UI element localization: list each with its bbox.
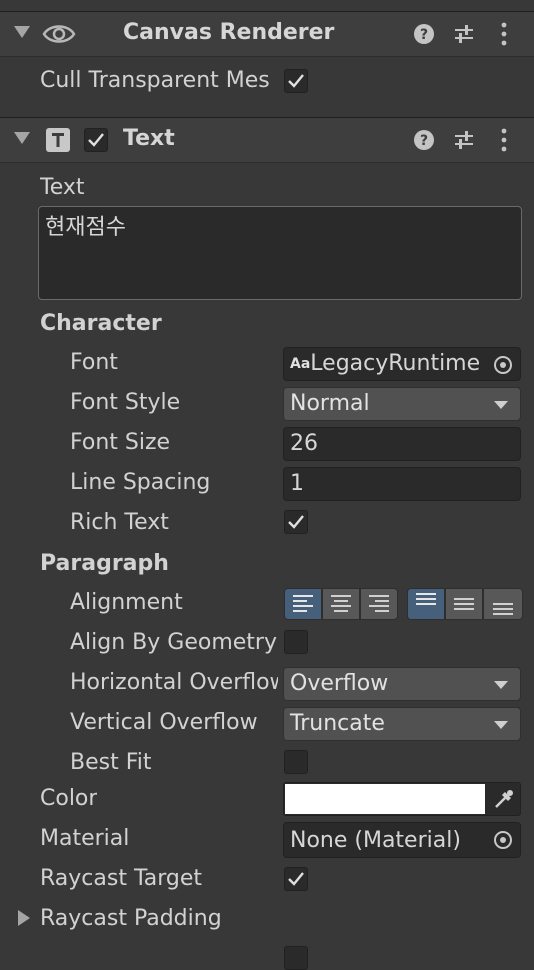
- font-style-value: Normal: [290, 391, 370, 416]
- kebab-menu-icon[interactable]: [490, 20, 518, 48]
- component-title: Text: [123, 126, 175, 151]
- align-by-geometry-checkbox[interactable]: [284, 630, 308, 654]
- line-spacing-label: Line Spacing: [70, 470, 211, 495]
- cull-transparent-checkbox[interactable]: [284, 69, 308, 93]
- component-title: Canvas Renderer: [123, 20, 335, 45]
- raycast-padding-foldout-arrow-icon[interactable]: [18, 910, 30, 926]
- text-label: Text: [40, 175, 85, 200]
- chevron-down-icon: [494, 681, 508, 689]
- object-picker-icon[interactable]: [492, 354, 514, 376]
- rich-text-checkbox[interactable]: [284, 510, 308, 534]
- horizontal-overflow-value: Overflow: [290, 671, 389, 696]
- color-label: Color: [40, 786, 98, 811]
- text-component-header[interactable]: Text ?: [0, 117, 534, 163]
- align-right-button[interactable]: [360, 588, 398, 620]
- help-icon[interactable]: ?: [412, 126, 440, 154]
- svg-text:?: ?: [420, 27, 428, 43]
- best-fit-checkbox[interactable]: [284, 750, 308, 774]
- checkmark-icon: [288, 515, 304, 529]
- align-middle-button[interactable]: [445, 588, 483, 620]
- color-field[interactable]: [283, 782, 521, 816]
- foldout-arrow-icon[interactable]: [14, 26, 30, 38]
- chevron-down-icon: [494, 721, 508, 729]
- color-swatch[interactable]: [285, 784, 485, 814]
- raycast-target-checkbox[interactable]: [284, 867, 308, 891]
- alignment-label: Alignment: [70, 590, 183, 615]
- rich-text-label: Rich Text: [70, 510, 169, 535]
- font-asset-icon: Aa: [290, 356, 311, 372]
- font-size-label: Font Size: [70, 430, 171, 455]
- font-label: Font: [70, 350, 118, 375]
- material-label: Material: [40, 826, 130, 851]
- font-style-dropdown[interactable]: Normal: [283, 387, 521, 421]
- raycast-padding-label[interactable]: Raycast Padding: [40, 906, 222, 931]
- font-object-field[interactable]: AaLegacyRuntime: [283, 347, 521, 381]
- font-style-label: Font Style: [70, 390, 181, 415]
- align-left-button[interactable]: [284, 588, 322, 620]
- cull-transparent-label: Cull Transparent Mes: [40, 68, 270, 93]
- font-size-value: 26: [290, 431, 318, 456]
- help-icon[interactable]: ?: [412, 20, 440, 48]
- horizontal-overflow-dropdown[interactable]: Overflow: [283, 667, 521, 701]
- checkmark-icon: [88, 133, 104, 147]
- material-value: None (Material): [290, 828, 461, 853]
- preset-sliders-icon[interactable]: [452, 126, 480, 154]
- foldout-arrow-icon[interactable]: [14, 132, 30, 144]
- text-enabled-checkbox[interactable]: [84, 128, 108, 152]
- line-spacing-value: 1: [290, 471, 304, 496]
- horizontal-overflow-label: Horizontal Overflow: [70, 670, 278, 695]
- text-type-icon: [46, 128, 70, 152]
- object-picker-icon[interactable]: [492, 829, 514, 851]
- align-middle-icon: [454, 598, 474, 610]
- align-top-icon: [416, 593, 436, 605]
- align-bottom-button[interactable]: [483, 588, 523, 620]
- kebab-menu-icon[interactable]: [490, 126, 518, 154]
- best-fit-label: Best Fit: [70, 750, 152, 775]
- maskable-checkbox[interactable]: [284, 946, 308, 970]
- paragraph-header: Paragraph: [40, 551, 169, 576]
- align-by-geometry-label: Align By Geometry: [70, 630, 277, 655]
- text-area-value: 현재점수: [45, 215, 126, 240]
- align-top-button[interactable]: [407, 588, 445, 620]
- chevron-down-icon: [494, 401, 508, 409]
- line-spacing-input[interactable]: 1: [283, 467, 521, 501]
- align-bottom-icon: [493, 603, 513, 615]
- align-left-icon: [293, 595, 313, 612]
- text-area[interactable]: 현재점수: [38, 206, 522, 300]
- eyedropper-icon[interactable]: [490, 787, 516, 813]
- align-center-button[interactable]: [322, 588, 360, 620]
- align-right-icon: [369, 595, 389, 612]
- align-center-icon: [331, 595, 351, 612]
- vertical-overflow-label: Vertical Overflow: [70, 710, 258, 735]
- checkmark-icon: [288, 74, 304, 88]
- checkmark-icon: [288, 872, 304, 886]
- vertical-overflow-dropdown[interactable]: Truncate: [283, 707, 521, 741]
- svg-text:?: ?: [420, 133, 428, 149]
- font-value: LegacyRuntime: [310, 351, 481, 376]
- character-header: Character: [40, 311, 162, 336]
- canvas-renderer-header[interactable]: Canvas Renderer ?: [0, 11, 534, 57]
- raycast-target-label: Raycast Target: [40, 866, 203, 891]
- eye-icon: [42, 25, 76, 43]
- vertical-overflow-value: Truncate: [290, 711, 385, 736]
- font-size-input[interactable]: 26: [283, 427, 521, 461]
- material-object-field[interactable]: None (Material): [283, 822, 521, 858]
- preset-sliders-icon[interactable]: [452, 20, 480, 48]
